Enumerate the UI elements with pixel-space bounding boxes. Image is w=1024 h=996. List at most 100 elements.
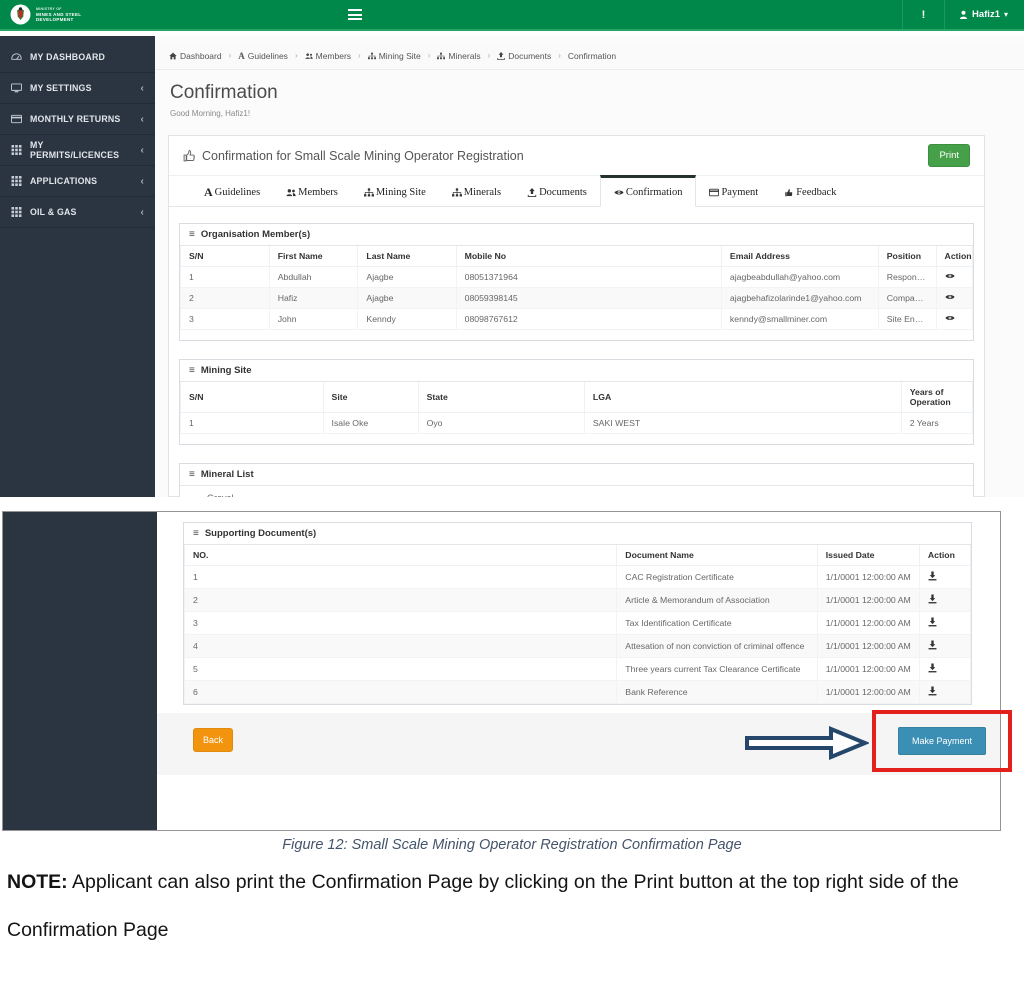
panel-title-text: Confirmation for Small Scale Mining Oper… <box>202 148 524 163</box>
breadcrumb-guidelines[interactable]: A Guidelines <box>238 51 288 61</box>
tab-members[interactable]: Members <box>273 178 351 206</box>
thumbs-up-icon <box>785 188 793 196</box>
breadcrumb-separator: › <box>358 51 361 60</box>
dashboard-gauge-icon <box>11 53 22 60</box>
person-icon <box>959 10 968 19</box>
table-row: 2 Hafiz Ajagbe 08059398145 ajagbehafizol… <box>180 287 974 309</box>
eye-icon <box>944 273 955 279</box>
table-row: 5 Three years current Tax Clearance Cert… <box>183 657 972 681</box>
tab-minerals[interactable]: Minerals <box>439 178 514 206</box>
caret-down-icon: ▾ <box>1003 10 1008 19</box>
upload-icon <box>527 187 537 197</box>
sitemap-icon <box>363 187 374 196</box>
chevron-left-icon: ‹ <box>140 175 144 187</box>
breadcrumb-mining-site[interactable]: Mining Site <box>367 51 421 61</box>
breadcrumb-separator: › <box>427 51 431 60</box>
screenshot-top: MINISTRY OF MINES AND STEEL DEVELOPMENT … <box>0 0 1024 497</box>
download-icon <box>928 594 937 604</box>
breadcrumb-separator: › <box>558 51 561 60</box>
table-row: 2 Article & Memorandum of Association 1/… <box>183 588 972 612</box>
organisation-members-box: ≡ Organisation Member(s) S/N First Name La… <box>179 223 974 341</box>
sidebar-item-my-permits-licences[interactable]: MY PERMITS/LICENCES ‹ <box>0 135 155 166</box>
view-member-action[interactable] <box>935 266 974 288</box>
download-document-action[interactable] <box>918 565 972 589</box>
breadcrumb-minerals[interactable]: Minerals <box>437 51 481 61</box>
panel-header: Confirmation for Small Scale Mining Oper… <box>169 136 984 176</box>
tab-confirmation[interactable]: Confirmation <box>599 175 697 207</box>
download-document-action[interactable] <box>918 634 972 658</box>
breadcrumb-separator: › <box>228 51 232 60</box>
sidebar-toggle-hamburger-icon[interactable] <box>348 9 364 22</box>
figure-caption: Figure 12: Small Scale Mining Operator R… <box>282 837 742 853</box>
column-header: Site <box>322 382 419 413</box>
confirmation-panel: Confirmation for Small Scale Mining Oper… <box>168 135 985 497</box>
download-icon <box>928 663 937 673</box>
guidelines-a-icon: A <box>204 184 213 199</box>
back-button[interactable]: Back <box>193 728 234 752</box>
view-member-action[interactable] <box>935 308 974 330</box>
user-name: Hafiz1 <box>972 9 1000 20</box>
notification-icon[interactable]: ! <box>902 0 944 29</box>
breadcrumb-confirmation: Confirmation <box>567 50 617 61</box>
table-row: 6 Bank Reference 1/1/0001 12:00:00 AM <box>183 680 972 704</box>
mining-site-box: ≡ Mining Site S/N Site State LGA Years of Op… <box>179 359 974 445</box>
download-icon <box>928 686 937 696</box>
column-header: Document Name <box>616 545 818 566</box>
mining-site-table: S/N Site State LGA Years of Operation 1 Isal… <box>180 382 974 434</box>
tab-documents[interactable]: Documents <box>514 178 600 206</box>
tab-payment[interactable]: Payment <box>696 178 771 206</box>
page-heading: Confirmation Good Morning, Hafiz1! <box>155 70 1024 135</box>
breadcrumb-dashboard[interactable]: Dashboard <box>169 51 222 61</box>
sidebar-item-my-dashboard[interactable]: MY DASHBOARD <box>0 42 155 73</box>
note-label: NOTE: <box>7 871 68 893</box>
sidebar <box>3 512 157 830</box>
download-document-action[interactable] <box>918 680 972 704</box>
view-member-action[interactable] <box>935 287 974 309</box>
main-content: ≡ Supporting Document(s) NO. Document Nam… <box>157 512 1012 830</box>
navbar-right: ! Hafiz1 ▾ <box>902 0 1024 29</box>
annotation-highlight-box: Make Payment <box>872 710 1012 772</box>
download-icon <box>928 571 937 581</box>
tab-guidelines[interactable]: A Guidelines <box>191 178 273 206</box>
guidelines-a-icon: A <box>238 50 245 61</box>
column-header: LGA <box>583 382 902 413</box>
organisation-members-table: S/N First Name Last Name Mobile No Email Add… <box>180 246 974 330</box>
mineral-list: GravelSand <box>207 493 973 497</box>
grid-icon <box>11 207 22 217</box>
tab-feedback[interactable]: Feedback <box>771 178 849 206</box>
box-header: ≡ Mineral List <box>180 464 973 486</box>
main-content: Dashboard › A Guidelines › Members › Min… <box>155 36 1024 497</box>
breadcrumb: Dashboard › A Guidelines › Members › Min… <box>155 42 1024 70</box>
sidebar-item-monthly-returns[interactable]: MONTHLY RETURNS ‹ <box>0 104 155 135</box>
sidebar-item-oil-gas[interactable]: OIL & GAS ‹ <box>0 197 155 228</box>
column-header: Email Address <box>720 246 879 267</box>
top-navbar: MINISTRY OF MINES AND STEEL DEVELOPMENT … <box>0 0 1024 31</box>
download-document-action[interactable] <box>918 588 972 612</box>
supporting-documents-box: ≡ Supporting Document(s) NO. Document Nam… <box>183 522 972 705</box>
sidebar-item-applications[interactable]: APPLICATIONS ‹ <box>0 166 155 197</box>
users-icon <box>286 188 296 196</box>
menu-bars-icon: ≡ <box>189 469 195 480</box>
column-header: Mobile No <box>455 246 722 267</box>
make-payment-button[interactable]: Make Payment <box>897 727 987 755</box>
print-button[interactable]: Print <box>928 144 970 167</box>
tab-mining-site[interactable]: Mining Site <box>351 178 439 206</box>
sitemap-icon <box>451 187 462 196</box>
screenshot-bottom: ≡ Supporting Document(s) NO. Document Nam… <box>2 511 1012 831</box>
user-menu[interactable]: Hafiz1 ▾ <box>944 0 1024 29</box>
breadcrumb-documents[interactable]: Documents <box>497 51 551 61</box>
chevron-left-icon: ‹ <box>140 82 144 94</box>
menu-bars-icon: ≡ <box>189 365 195 376</box>
download-document-action[interactable] <box>918 611 972 635</box>
brand-text: MINISTRY OF MINES AND STEEL DEVELOPMENT <box>36 6 82 23</box>
sidebar-item-my-settings[interactable]: MY SETTINGS ‹ <box>0 73 155 104</box>
annotation-arrow <box>745 726 869 760</box>
eye-icon <box>944 294 955 300</box>
download-document-action[interactable] <box>918 657 972 681</box>
breadcrumb-members[interactable]: Members <box>305 51 351 61</box>
page-title: Confirmation <box>170 82 278 103</box>
table-row: 1 Isale Oke Oyo SAKI WEST 2 Years <box>180 412 974 434</box>
brand-logo[interactable]: MINISTRY OF MINES AND STEEL DEVELOPMENT <box>0 4 160 25</box>
table-row: 3 Tax Identification Certificate 1/1/000… <box>183 611 972 635</box>
table-row: 1 CAC Registration Certificate 1/1/0001 … <box>183 565 972 589</box>
